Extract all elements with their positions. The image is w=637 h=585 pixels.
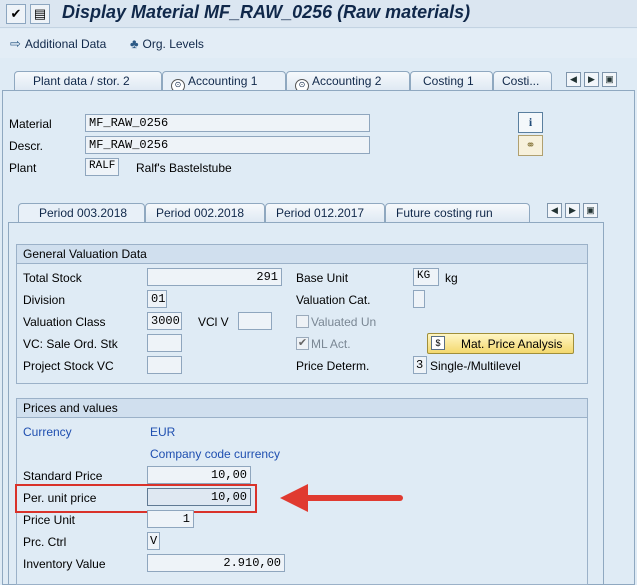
- vc-sale-ord-stk-field[interactable]: [147, 334, 182, 352]
- division-field[interactable]: 01: [147, 290, 167, 308]
- inventory-value-field[interactable]: 2.910,00: [147, 554, 285, 572]
- valuated-un-checkbox[interactable]: [296, 315, 309, 328]
- tab-plant-data-stor-2[interactable]: Plant data / stor. 2: [14, 71, 162, 90]
- tab-menu-icon[interactable]: ▣: [602, 72, 617, 87]
- group-title: General Valuation Data: [17, 245, 587, 264]
- base-unit-label: Base Unit: [296, 271, 349, 285]
- price-unit-label: Price Unit: [23, 513, 76, 527]
- descr-label: Descr.: [9, 139, 44, 153]
- tab-label: Plant data / stor. 2: [33, 74, 130, 88]
- tab-period-003-2018[interactable]: Period 003.2018: [18, 203, 145, 222]
- price-determ-label: Price Determ.: [296, 359, 370, 373]
- base-unit-field[interactable]: KG: [413, 268, 439, 286]
- info-icon[interactable]: i: [518, 112, 543, 133]
- vcl-v-label: VCl V: [198, 315, 229, 329]
- mat-price-analysis-label: Mat. Price Analysis: [461, 337, 563, 351]
- red-arrow-icon: [280, 484, 403, 512]
- tab-costing-1[interactable]: Costing 1: [410, 71, 493, 90]
- price-determ-text: Single-/Multilevel: [430, 359, 521, 373]
- descr-field[interactable]: MF_RAW_0256: [85, 136, 370, 154]
- material-label: Material: [9, 117, 52, 131]
- currency-value: EUR: [150, 425, 176, 439]
- currency-text: Company code currency: [150, 447, 281, 461]
- ml-act-checkbox[interactable]: ✔: [296, 337, 309, 350]
- valuation-cat-label: Valuation Cat.: [296, 293, 371, 307]
- link-icon[interactable]: ⚭: [518, 135, 543, 156]
- tab-accounting-1[interactable]: ⊙ Accounting 1: [162, 71, 286, 90]
- tab-label: Accounting 1: [188, 74, 258, 88]
- total-stock-label: Total Stock: [23, 271, 82, 285]
- org-levels-icon: ♣: [130, 36, 139, 51]
- window-title: Display Material MF_RAW_0256 (Raw materi…: [62, 2, 471, 22]
- group-title: Prices and values: [17, 399, 587, 418]
- prc-ctrl-field[interactable]: V: [147, 532, 160, 550]
- plant-name: Ralf's Bastelstube: [136, 161, 232, 175]
- project-stock-vc-field[interactable]: [147, 356, 182, 374]
- tab-label: Future costing run: [396, 206, 493, 220]
- tab-future-costing-run[interactable]: Future costing run: [385, 203, 530, 222]
- inventory-value-label: Inventory Value: [23, 557, 106, 571]
- tab-accounting-2[interactable]: ⊙ Accounting 2: [286, 71, 410, 90]
- valuation-cat-field[interactable]: [413, 290, 425, 308]
- valuated-un-label: Valuated Un: [311, 315, 377, 329]
- scroll-right-icon[interactable]: ▶: [565, 203, 580, 218]
- valuation-class-field[interactable]: 3000: [147, 312, 182, 330]
- org-levels-button[interactable]: ♣ Org. Levels: [130, 36, 204, 51]
- plant-code-field[interactable]: RALF: [85, 158, 119, 176]
- price-analysis-icon: $: [431, 336, 445, 350]
- tab-label: Costi...: [502, 74, 540, 88]
- additional-data-button[interactable]: ⇨ Additional Data: [10, 36, 106, 52]
- scroll-right-icon[interactable]: ▶: [584, 72, 599, 87]
- vc-sale-ord-stk-label: VC: Sale Ord. Stk: [23, 337, 118, 351]
- currency-label: Currency: [23, 425, 72, 439]
- tab-period-002-2018[interactable]: Period 002.2018: [145, 203, 265, 222]
- tab-label: Accounting 2: [312, 74, 382, 88]
- material-field[interactable]: MF_RAW_0256: [85, 114, 370, 132]
- ml-act-label: ML Act.: [311, 337, 351, 351]
- tab-costing-more[interactable]: Costi...: [493, 71, 552, 90]
- accounting-tab-icon: ⊙: [171, 79, 185, 90]
- valuation-class-label: Valuation Class: [23, 315, 106, 329]
- menu-check-icon[interactable]: ✔: [6, 4, 26, 24]
- scroll-left-icon[interactable]: ◀: [566, 72, 581, 87]
- tab-label: Period 012.2017: [276, 206, 365, 220]
- plant-label: Plant: [9, 161, 37, 175]
- standard-price-label: Standard Price: [23, 469, 103, 483]
- tab-menu-icon[interactable]: ▣: [583, 203, 598, 218]
- additional-data-label: Additional Data: [24, 37, 107, 51]
- org-levels-label: Org. Levels: [142, 37, 204, 51]
- tab-label: Period 003.2018: [39, 206, 128, 220]
- total-stock-field[interactable]: 291: [147, 268, 282, 286]
- price-unit-field[interactable]: 1: [147, 510, 194, 528]
- prc-ctrl-label: Prc. Ctrl: [23, 535, 67, 549]
- per-unit-price-label: Per. unit price: [23, 491, 97, 505]
- save-icon[interactable]: ▤: [30, 4, 50, 24]
- tab-period-012-2017[interactable]: Period 012.2017: [265, 203, 385, 222]
- accounting-tab-icon: ⊙: [295, 79, 309, 90]
- scroll-left-icon[interactable]: ◀: [547, 203, 562, 218]
- project-stock-vc-label: Project Stock VC: [23, 359, 114, 373]
- division-label: Division: [23, 293, 66, 307]
- mat-price-analysis-button[interactable]: $ Mat. Price Analysis: [427, 333, 574, 354]
- tab-label: Costing 1: [423, 74, 474, 88]
- per-unit-price-field[interactable]: 10,00: [147, 488, 251, 506]
- additional-data-icon: ⇨: [10, 36, 21, 51]
- vcl-v-field[interactable]: [238, 312, 272, 330]
- standard-price-field[interactable]: 10,00: [147, 466, 251, 484]
- base-unit-text: kg: [445, 271, 458, 285]
- price-determ-field[interactable]: 3: [413, 356, 427, 374]
- tab-label: Period 002.2018: [156, 206, 245, 220]
